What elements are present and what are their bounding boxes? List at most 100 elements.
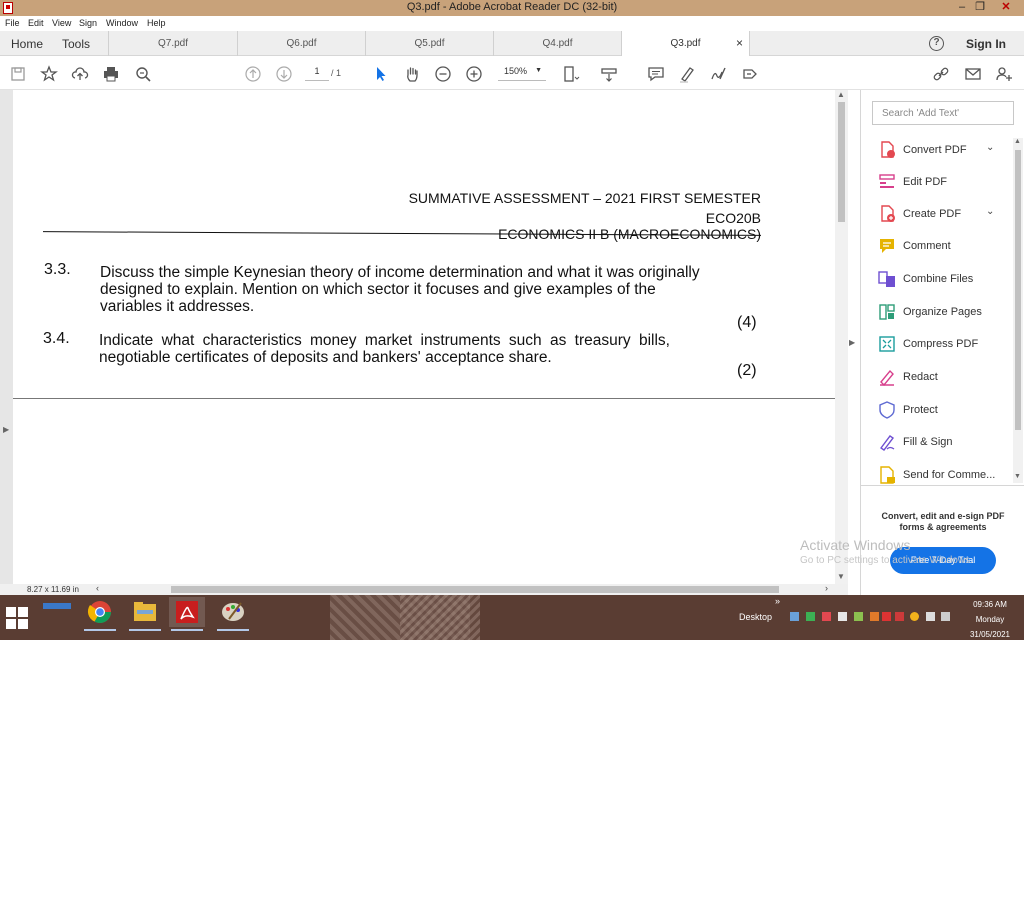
scroll-right-icon[interactable]: › (825, 583, 828, 593)
tray-icon[interactable] (910, 612, 919, 621)
pdf-page: SUMMATIVE ASSESSMENT – 2021 FIRST SEMEST… (13, 90, 835, 584)
tools-pane-scrollbar[interactable]: ▲ ▼ (1013, 138, 1023, 483)
scroll-left-icon[interactable]: ‹ (96, 583, 99, 593)
tool-compress-pdf[interactable]: Compress PDF (861, 331, 1011, 357)
paint-icon[interactable] (215, 597, 251, 631)
tool-label: Convert PDF (903, 144, 967, 156)
horizontal-scroll-thumb[interactable] (171, 586, 779, 593)
tab-q6[interactable]: Q6.pdf (238, 31, 366, 56)
windows-start-icon[interactable] (6, 607, 28, 629)
document-viewer[interactable]: ▶ SUMMATIVE ASSESSMENT – 2021 FIRST SEME… (0, 90, 848, 595)
chevron-down-icon[interactable]: ⌄ (986, 142, 994, 153)
close-window-button[interactable]: ✕ (988, 0, 1024, 16)
home-tab[interactable]: Home (11, 37, 43, 51)
desktop-toolbar-label[interactable]: Desktop (739, 612, 772, 622)
menu-help[interactable]: Help (147, 18, 166, 28)
menu-view[interactable]: View (52, 18, 71, 28)
menu-edit[interactable]: Edit (28, 18, 44, 28)
tab-q3[interactable]: Q3.pdf × (622, 31, 750, 56)
menu-sign[interactable]: Sign (79, 18, 97, 28)
tool-label: Fill & Sign (903, 436, 953, 448)
scroll-up-icon[interactable]: ▲ (1014, 138, 1021, 145)
highlight-icon[interactable] (678, 65, 696, 83)
sign-in-button[interactable]: Sign In (966, 37, 1006, 51)
acrobat-icon[interactable] (169, 597, 205, 631)
search-zoom-icon[interactable] (134, 65, 152, 83)
toolbar-overflow-icon[interactable]: » (775, 596, 780, 606)
tool-convert-pdf[interactable]: Convert PDF ⌄ (861, 137, 1011, 163)
tools-tab[interactable]: Tools (62, 37, 90, 51)
tool-combine-files[interactable]: Combine Files (861, 266, 1011, 292)
zoom-level-select[interactable]: 150% ▼ (498, 66, 546, 81)
question-3-4-line1: Indicate what characteristics money mark… (99, 332, 670, 349)
bookmark-star-icon[interactable] (40, 65, 58, 83)
tool-label: Organize Pages (903, 306, 982, 318)
upload-cloud-icon[interactable] (71, 65, 89, 83)
scroll-down-icon[interactable]: ▼ (837, 572, 845, 581)
page-number-input[interactable]: 1 (305, 66, 329, 81)
tool-create-pdf[interactable]: Create PDF ⌄ (861, 201, 1011, 227)
sign-icon[interactable] (709, 65, 727, 83)
print-icon[interactable] (102, 65, 120, 83)
vertical-scrollbar[interactable]: ▲ ▼ (835, 90, 848, 584)
running-indicator (129, 629, 161, 631)
taskbar: Desktop » 09:36 AM Monday 31/05/2021 (0, 595, 1024, 640)
more-tools-icon[interactable] (741, 65, 759, 83)
tray-icon[interactable] (895, 612, 904, 621)
email-icon[interactable] (964, 65, 982, 83)
network-icon[interactable] (926, 612, 935, 621)
help-icon[interactable]: ? (929, 36, 944, 51)
scroll-up-icon[interactable]: ▲ (837, 90, 845, 99)
collapse-tools-pane-icon[interactable]: ▶ (849, 338, 855, 347)
tray-icon[interactable] (790, 612, 799, 621)
chrome-icon[interactable] (82, 597, 118, 631)
tray-icon[interactable] (806, 612, 815, 621)
taskbar-app-icon[interactable] (43, 603, 71, 609)
zoom-out-icon[interactable] (434, 65, 452, 83)
compress-pdf-icon (878, 335, 896, 353)
tray-icon[interactable] (854, 612, 863, 621)
tray-icon[interactable] (882, 612, 891, 621)
select-arrow-icon[interactable] (372, 65, 390, 83)
tool-protect[interactable]: Protect (861, 397, 1011, 423)
save-icon[interactable] (9, 65, 27, 83)
page-total: / 1 (331, 68, 342, 78)
tray-icon[interactable] (838, 612, 847, 621)
tray-icon[interactable] (822, 612, 831, 621)
tab-q7[interactable]: Q7.pdf (108, 31, 238, 56)
scroll-thumb[interactable] (838, 102, 845, 222)
tab-q4[interactable]: Q4.pdf (494, 31, 622, 56)
menu-window[interactable]: Window (106, 18, 138, 28)
fit-page-icon[interactable] (562, 65, 580, 83)
tool-redact[interactable]: Redact (861, 364, 1011, 390)
question-3-4-text: Indicate what characteristics money mark… (99, 332, 761, 366)
hand-icon[interactable] (403, 65, 421, 83)
comment-icon[interactable] (647, 65, 665, 83)
close-tab-icon[interactable]: × (736, 31, 743, 56)
chevron-down-icon[interactable]: ⌄ (986, 206, 994, 217)
left-panel-toggle-icon[interactable]: ▶ (3, 425, 9, 434)
page-up-icon[interactable] (244, 65, 262, 83)
tool-fill-sign[interactable]: Fill & Sign (861, 429, 1011, 455)
tray-icon[interactable] (870, 612, 879, 621)
horizontal-scrollbar[interactable]: 8.27 x 11.69 in ‹ › (0, 583, 848, 595)
zoom-in-icon[interactable] (465, 65, 483, 83)
add-user-icon[interactable] (995, 65, 1013, 83)
file-explorer-icon[interactable] (127, 597, 163, 631)
tools-search-input[interactable]: Search 'Add Text' (872, 101, 1014, 125)
tab-q5[interactable]: Q5.pdf (366, 31, 494, 56)
tools-scroll-thumb[interactable] (1015, 150, 1021, 430)
scroll-mode-icon[interactable] (600, 65, 618, 83)
tool-organize-pages[interactable]: Organize Pages (861, 299, 1011, 325)
tool-comment[interactable]: Comment (861, 233, 1011, 259)
menu-file[interactable]: File (5, 18, 20, 28)
system-clock[interactable]: 09:36 AM Monday 31/05/2021 (962, 597, 1018, 640)
question-3-3-number: 3.3. (44, 261, 71, 278)
share-link-icon[interactable] (932, 65, 950, 83)
clock-time: 09:36 AM (973, 600, 1007, 609)
running-indicator (84, 629, 116, 631)
scroll-down-icon[interactable]: ▼ (1014, 473, 1021, 480)
page-down-icon[interactable] (275, 65, 293, 83)
tool-edit-pdf[interactable]: Edit PDF (861, 169, 1011, 195)
volume-muted-icon[interactable] (941, 612, 950, 621)
